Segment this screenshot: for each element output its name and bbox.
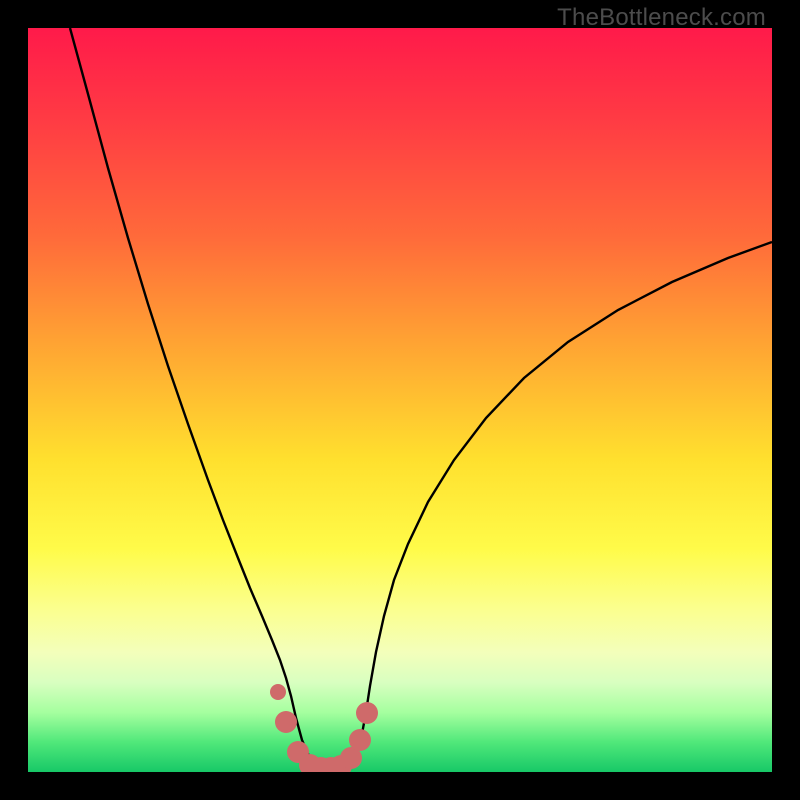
watermark-text: TheBottleneck.com <box>557 4 766 32</box>
chart-gradient-background <box>28 28 772 772</box>
chart-frame <box>28 28 772 772</box>
